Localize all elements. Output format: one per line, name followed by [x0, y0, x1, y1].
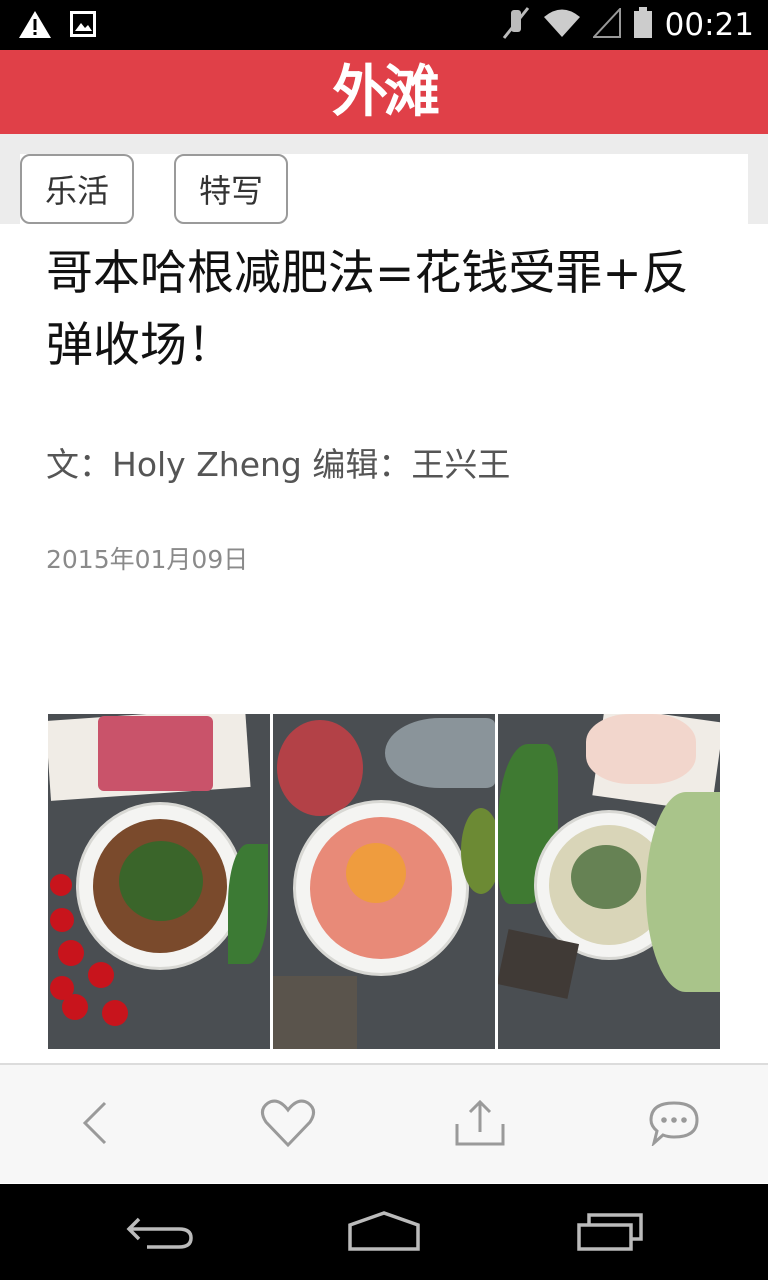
bowl — [76, 802, 244, 970]
nav-home-button[interactable] — [344, 1208, 424, 1258]
pomegranate — [277, 720, 363, 816]
greens — [228, 844, 268, 964]
raw-chicken — [586, 714, 696, 784]
minced-meat — [98, 716, 213, 791]
favorite-button[interactable] — [256, 1095, 320, 1155]
warning-icon — [18, 9, 52, 43]
share-icon — [455, 1099, 505, 1150]
tomato — [58, 940, 84, 966]
article-hero-image — [48, 714, 720, 1049]
hero-panel-beef-bowl — [48, 714, 270, 1049]
comment-button[interactable] — [642, 1095, 706, 1155]
signal-icon — [591, 6, 621, 42]
article-title: 哥本哈根减肥法=花钱受罪+反弹收场！ — [46, 246, 689, 373]
status-bar: 00:21 — [0, 0, 768, 50]
wifi-icon — [543, 8, 581, 42]
tomato — [50, 874, 72, 896]
tag-strip: 乐活 特写 — [0, 134, 768, 224]
tomato — [50, 908, 74, 932]
article-action-bar — [0, 1063, 768, 1183]
tag-button-lohas[interactable]: 乐活 — [20, 154, 134, 224]
back-icon — [81, 1101, 111, 1149]
article-date: 2015年01月09日 — [46, 545, 249, 574]
comment-icon — [649, 1100, 699, 1150]
bread-slice — [273, 976, 357, 1049]
tomato — [62, 994, 88, 1020]
tag-strip-inner: 乐活 特写 — [20, 154, 748, 224]
nav-back-button[interactable] — [120, 1208, 200, 1258]
app-logo: 外滩 — [332, 59, 440, 125]
avocado — [461, 808, 495, 894]
cabbage — [646, 792, 720, 992]
tag-button-feature[interactable]: 特写 — [174, 154, 288, 224]
hero-panel-chicken-bowl — [498, 714, 720, 1049]
hero-panel-salmon-bowl — [273, 714, 495, 1049]
article-byline: 文：Holy Zheng 编辑：王兴王 — [46, 445, 511, 484]
fish-head — [385, 718, 495, 788]
nav-recents-button[interactable] — [570, 1208, 650, 1258]
orange-slices — [346, 843, 406, 903]
system-nav-bar — [0, 1184, 768, 1280]
share-button[interactable] — [448, 1095, 512, 1155]
heart-icon — [260, 1098, 316, 1152]
back-button[interactable] — [64, 1095, 128, 1155]
herb-drizzle — [571, 845, 641, 909]
battery-icon — [633, 7, 653, 43]
bowl — [293, 800, 469, 976]
nav-back-icon — [125, 1211, 195, 1255]
image-icon — [70, 11, 96, 41]
nav-home-icon — [346, 1211, 422, 1255]
tomato — [88, 962, 114, 988]
mute-icon — [501, 6, 531, 44]
screen: 00:21 外滩 乐活 特写 哥本哈根减肥法=花钱受罪+反弹收场！ 文：Holy… — [0, 0, 768, 1280]
tomato — [102, 1000, 128, 1026]
herb-drizzle — [119, 841, 203, 921]
status-time: 00:21 — [664, 7, 754, 43]
nav-recents-icon — [575, 1211, 645, 1255]
app-header: 外滩 — [0, 50, 768, 134]
